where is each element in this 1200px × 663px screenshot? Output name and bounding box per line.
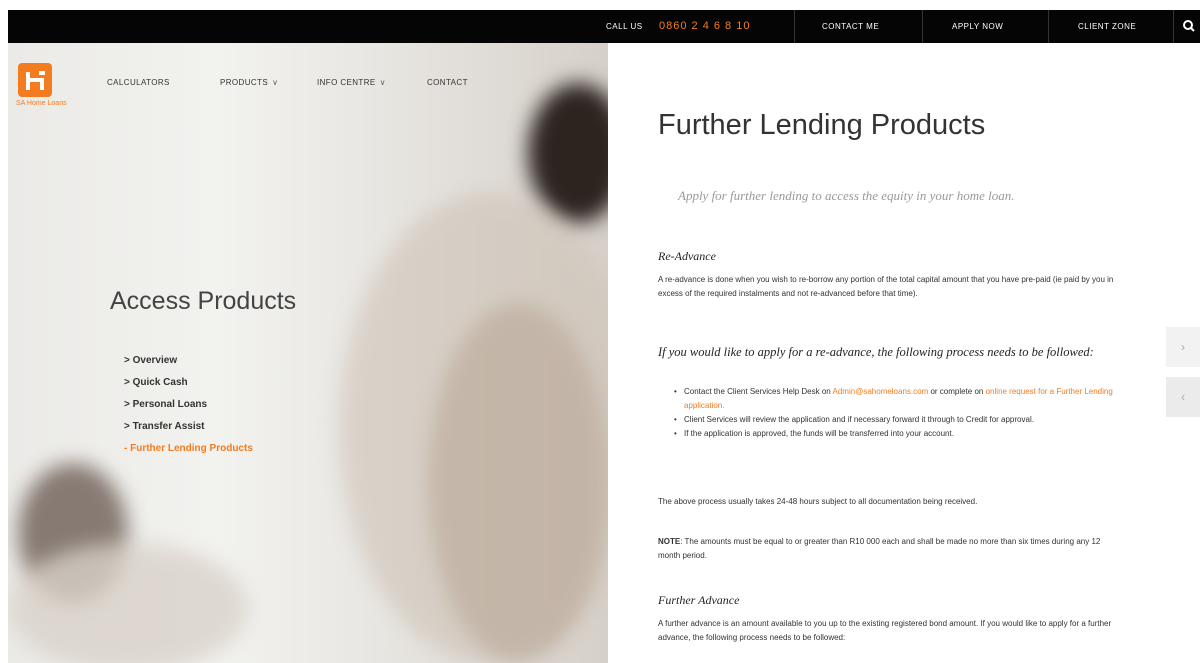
- list-item: Client Services will review the applicat…: [670, 413, 1130, 427]
- divider: [1173, 10, 1174, 43]
- sidebar-item-quick-cash[interactable]: > Quick Cash: [124, 372, 253, 394]
- hero-background: [8, 43, 608, 663]
- nav-info-centre[interactable]: INFO CENTRE ∨: [317, 78, 386, 87]
- email-link[interactable]: Admin@sahomeloans.com: [833, 387, 929, 396]
- chevron-right-icon: ›: [1181, 340, 1185, 354]
- divider: [1048, 10, 1049, 43]
- search-icon: [1183, 20, 1195, 32]
- bullet-text: Contact the Client Services Help Desk on: [684, 387, 833, 396]
- page-title: Further Lending Products: [658, 109, 986, 141]
- nav-calculators[interactable]: CALCULATORS: [107, 78, 170, 87]
- list-item: Contact the Client Services Help Desk on…: [670, 385, 1130, 413]
- section-heading-readvance: Re-Advance: [658, 249, 716, 263]
- nav-label: PRODUCTS: [220, 78, 269, 87]
- bullet-text: or complete on: [928, 387, 986, 396]
- call-us-number[interactable]: 0860 2 4 6 8 10: [659, 10, 750, 43]
- process-list: Contact the Client Services Help Desk on…: [670, 385, 1130, 441]
- prev-arrow-button[interactable]: ‹: [1166, 377, 1200, 417]
- note-label: NOTE: [658, 537, 681, 546]
- chevron-left-icon: ‹: [1181, 390, 1185, 404]
- lead-text: Apply for further lending to access the …: [678, 188, 1015, 203]
- hero-figure-head: [528, 83, 608, 223]
- note-text: : The amounts must be equal to or greate…: [658, 537, 1101, 560]
- chevron-down-icon: ∨: [379, 78, 386, 87]
- nav-label: CONTACT: [427, 78, 468, 87]
- process-heading: If you would like to apply for a re-adva…: [658, 345, 1094, 359]
- sidebar-item-further-lending[interactable]: - Further Lending Products: [124, 438, 253, 460]
- nav-products[interactable]: PRODUCTS ∨: [220, 78, 278, 87]
- timing-text: The above process usually takes 24-48 ho…: [658, 497, 978, 506]
- client-zone-link[interactable]: CLIENT ZONE: [1078, 10, 1136, 43]
- sidebar-item-personal-loans[interactable]: > Personal Loans: [124, 394, 253, 416]
- call-us-label: CALL US: [606, 22, 643, 31]
- further-advance-text: A further advance is an amount available…: [658, 619, 1112, 642]
- divider: [794, 10, 795, 43]
- logo-caption: SA Home Loans: [16, 100, 67, 107]
- main-content: Further Lending Products Apply for furth…: [608, 43, 1200, 663]
- sidebar-item-transfer-assist[interactable]: > Transfer Assist: [124, 416, 253, 438]
- nav-contact[interactable]: CONTACT: [427, 78, 468, 87]
- list-item: If the application is approved, the fund…: [670, 427, 1130, 441]
- chevron-down-icon: ∨: [272, 78, 279, 87]
- top-bar: CALL US 0860 2 4 6 8 10 CONTACT ME APPLY…: [8, 10, 1200, 43]
- hero-figure-shirt: [428, 303, 608, 663]
- sidebar-menu: > Overview > Quick Cash > Personal Loans…: [124, 350, 253, 460]
- search-button[interactable]: [1179, 10, 1200, 43]
- readvance-text: A re-advance is done when you wish to re…: [658, 275, 1114, 298]
- sidebar-title: Access Products: [110, 287, 297, 315]
- nav-label: CALCULATORS: [107, 78, 170, 87]
- sidebar-item-overview[interactable]: > Overview: [124, 350, 253, 372]
- contact-me-link[interactable]: CONTACT ME: [822, 10, 879, 43]
- apply-now-link[interactable]: APPLY NOW: [952, 10, 1003, 43]
- section-heading-further-advance: Further Advance: [658, 593, 740, 607]
- note-paragraph: NOTE: The amounts must be equal to or gr…: [658, 535, 1118, 563]
- hero-foreground: [8, 543, 248, 663]
- brand-logo[interactable]: SA Home Loans: [16, 63, 74, 107]
- nav-label: INFO CENTRE: [317, 78, 376, 87]
- house-icon: [18, 63, 52, 97]
- next-arrow-button[interactable]: ›: [1166, 327, 1200, 367]
- divider: [922, 10, 923, 43]
